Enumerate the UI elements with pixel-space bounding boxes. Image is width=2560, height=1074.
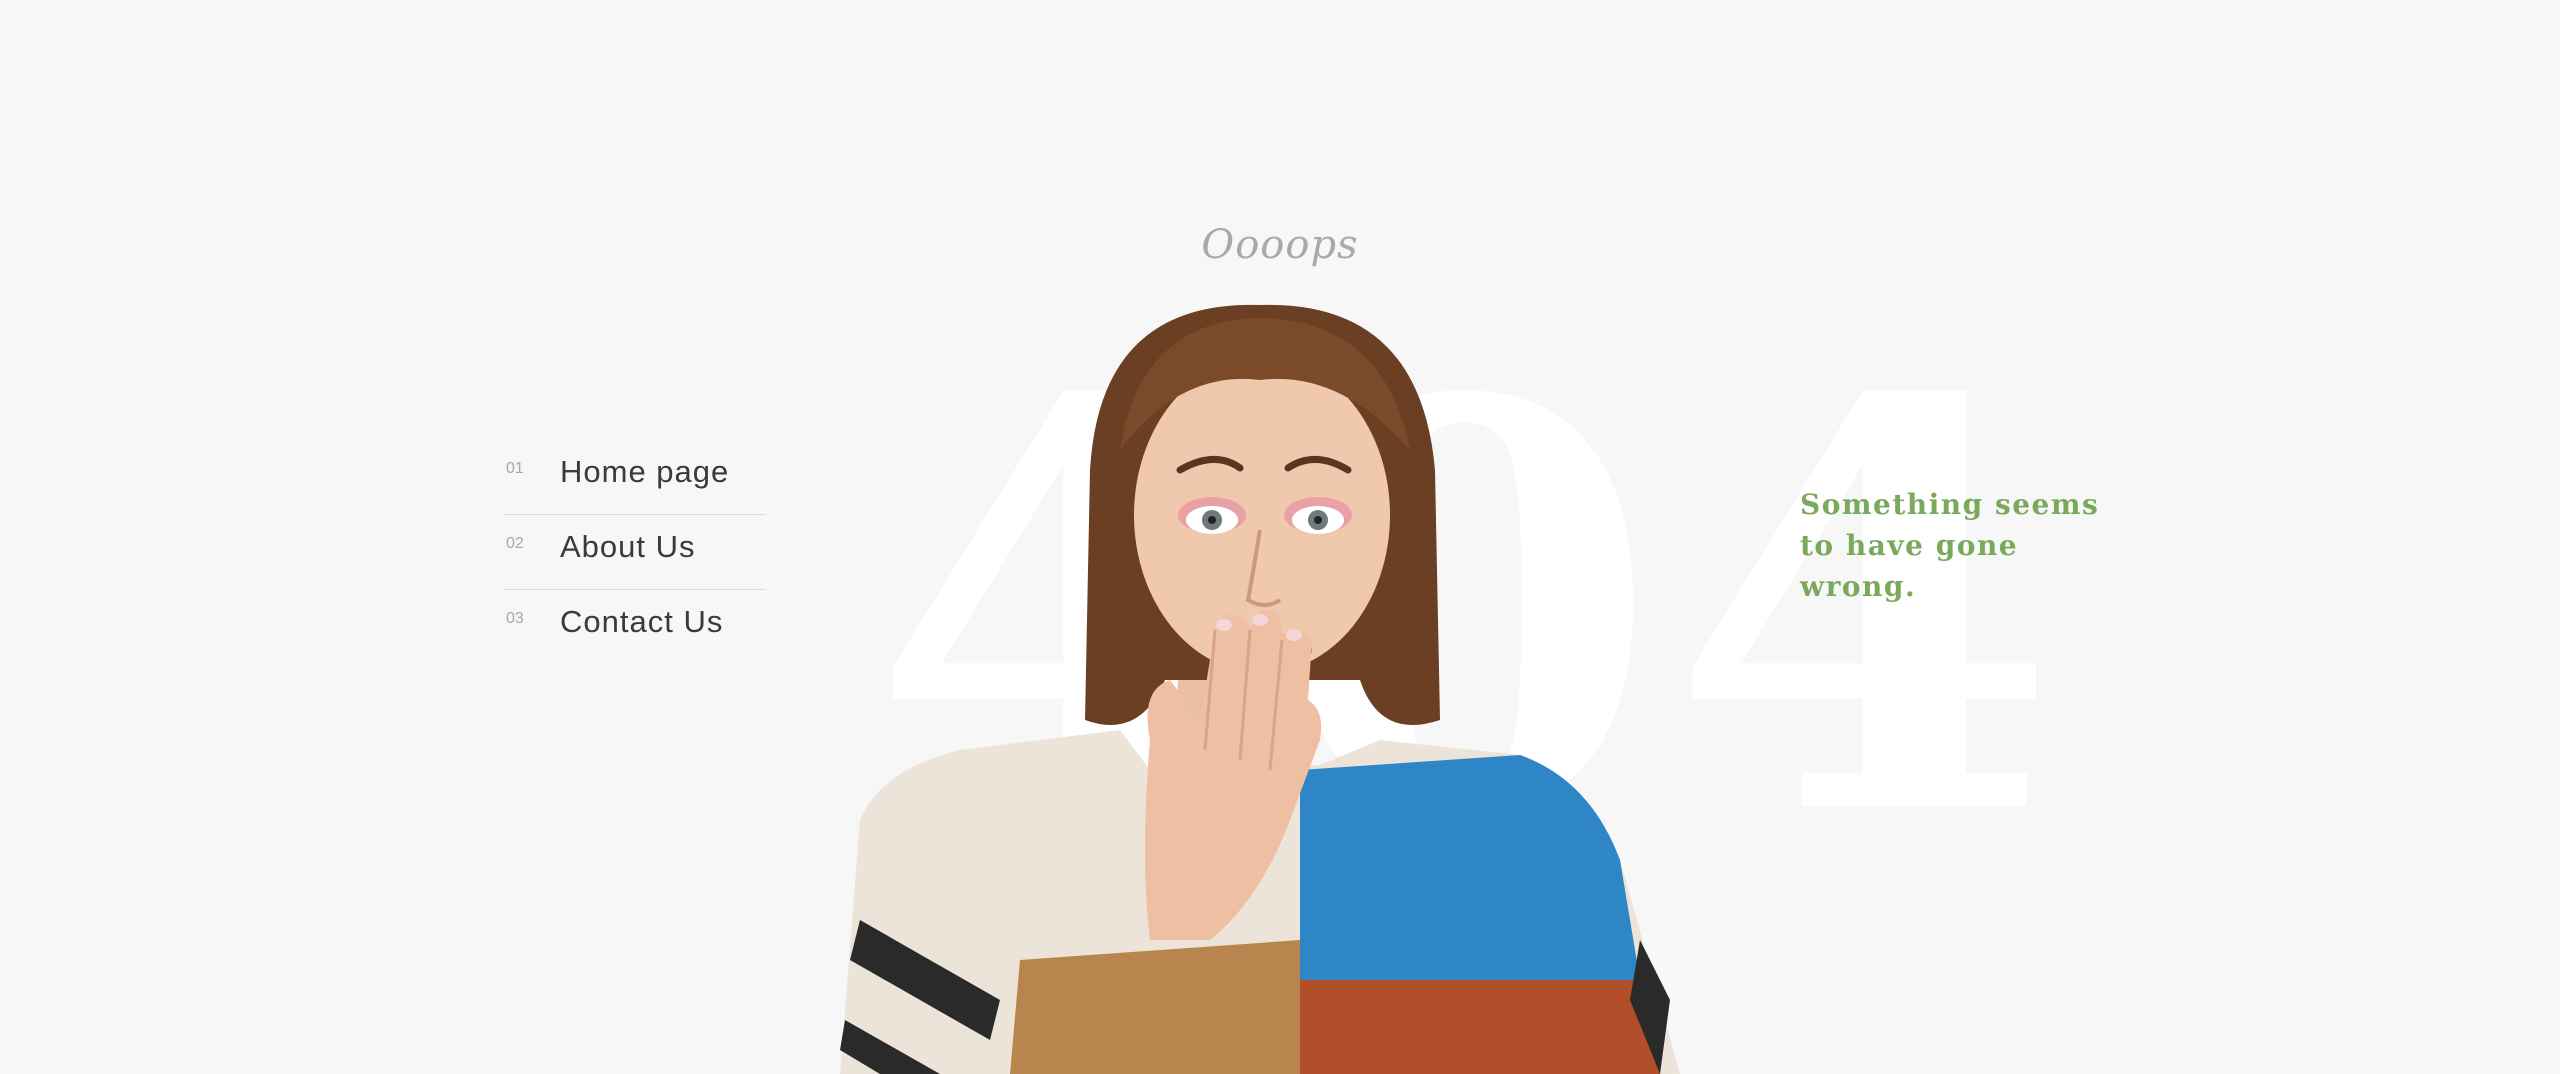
nav-item-number: 03 [506, 610, 524, 627]
contact-us-link[interactable]: Contact Us [560, 604, 723, 640]
ooops-script-title: Oooops [1201, 222, 1359, 268]
side-navigation: 01 Home page 02 About Us 03 Contact Us [504, 440, 766, 664]
surprised-woman-image [840, 304, 1680, 1074]
home-page-link[interactable]: Home page [560, 454, 729, 490]
nav-item-about[interactable]: 02 About Us [504, 515, 766, 590]
about-us-link[interactable]: About Us [560, 529, 696, 565]
error-message: Something seems to have gone wrong. [1800, 488, 2100, 603]
nav-item-home[interactable]: 01 Home page [504, 440, 766, 515]
nav-item-number: 01 [506, 460, 524, 477]
nav-item-number: 02 [506, 535, 524, 552]
big-digit-right: 4 [1669, 281, 2069, 939]
error-404-page: 404 Oooops 01 Home page 02 About Us 03 C… [0, 0, 2560, 1074]
nav-item-contact[interactable]: 03 Contact Us [504, 590, 766, 664]
